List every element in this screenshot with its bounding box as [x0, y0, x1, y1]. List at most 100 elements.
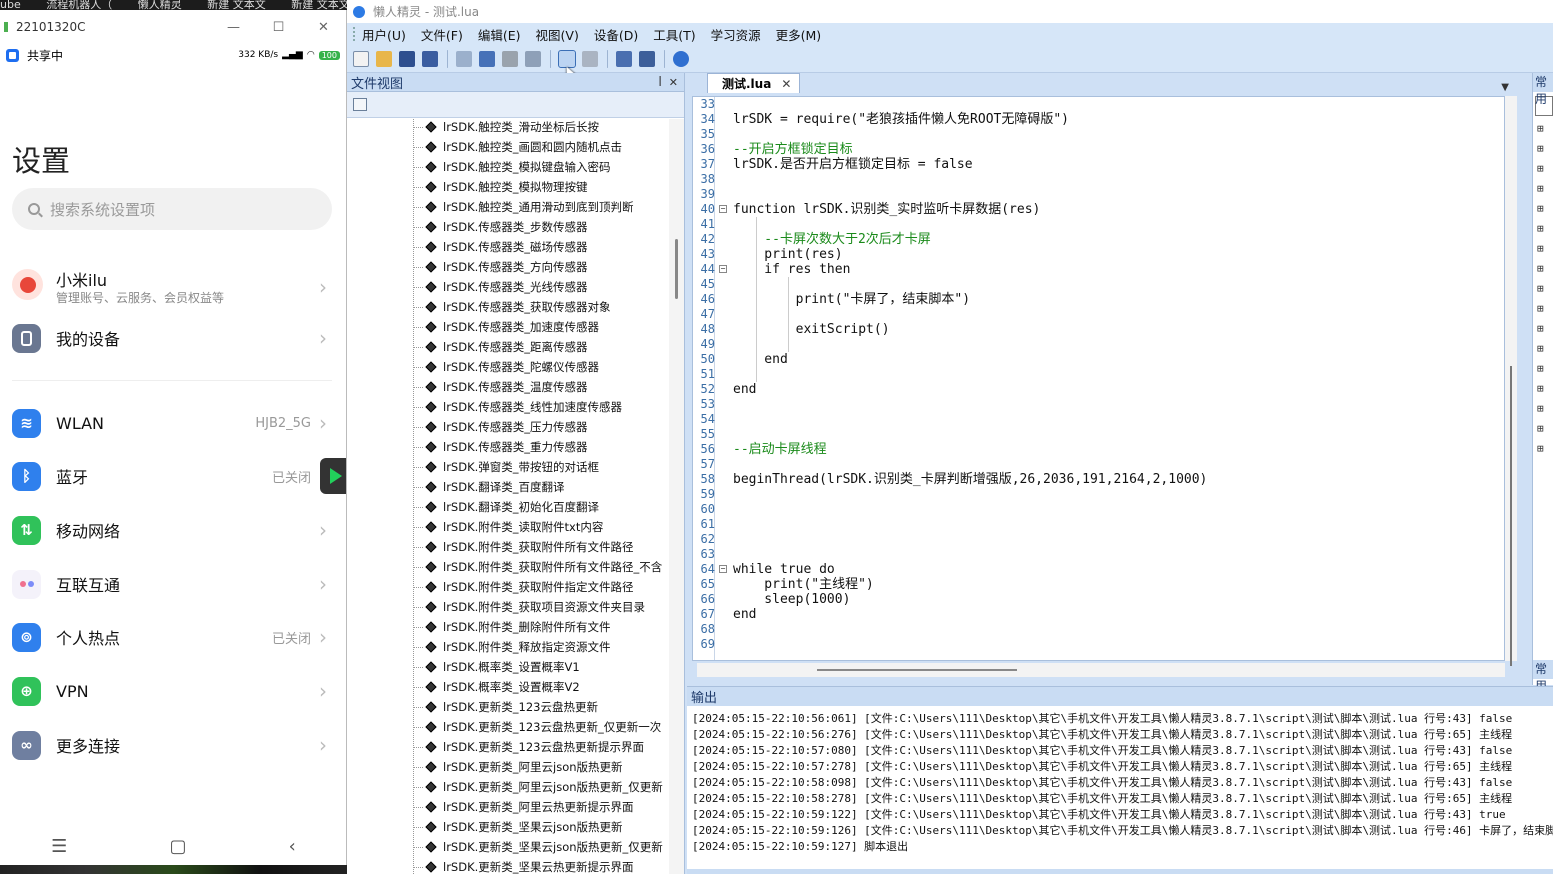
save-all-icon[interactable] — [422, 50, 438, 67]
tree-item[interactable]: lrSDK.传感器类_加速度传感器 — [413, 317, 599, 337]
taskbar-item[interactable]: 新建 文本文 — [207, 0, 266, 10]
tree-item[interactable]: lrSDK.更新类_坚果云json版热更新 — [413, 817, 623, 837]
expand-icon[interactable]: ⊞ — [1533, 142, 1553, 162]
tree-item[interactable]: lrSDK.触控类_模拟物理按键 — [413, 177, 588, 197]
expand-icon[interactable]: ⊞ — [1533, 282, 1553, 302]
tree-item[interactable]: lrSDK.传感器类_重力传感器 — [413, 437, 588, 457]
expand-icon[interactable]: ⊞ — [1533, 202, 1553, 222]
code-editor[interactable]: 33 34 35 36 37 38 39 40 41 42 43 44 45 46 47 48 49 50 51 52… — [692, 96, 1505, 661]
fold-toggle-icon[interactable]: − — [719, 265, 727, 273]
expand-icon[interactable]: ⊞ — [1533, 442, 1553, 462]
tree-item[interactable]: lrSDK.传感器类_线性加速度传感器 — [413, 397, 622, 417]
expand-icon[interactable]: ⊞ — [1533, 342, 1553, 362]
expand-icon[interactable]: ⊞ — [1533, 422, 1553, 442]
expand-icon[interactable]: ⊞ — [1533, 322, 1553, 342]
expand-icon[interactable]: ⊞ — [1533, 262, 1553, 282]
tree-item[interactable]: lrSDK.传感器类_步数传感器 — [413, 217, 588, 237]
close-tab-icon[interactable]: ✕ — [781, 77, 791, 91]
settings-item-more-connections[interactable]: ∞ 更多连接 › — [0, 725, 346, 765]
settings-item-interconnect[interactable]: 互联互通 › — [0, 564, 346, 604]
maximize-button[interactable]: ☐ — [256, 20, 301, 35]
settings-item-wlan[interactable]: ≋ WLAN HJB2_5G › — [0, 403, 346, 443]
tree-item[interactable]: lrSDK.触控类_模拟键盘输入密码 — [413, 157, 611, 177]
tree-item[interactable]: lrSDK.概率类_设置概率V2 — [413, 677, 580, 697]
fold-toggle-icon[interactable]: − — [719, 565, 727, 573]
save-icon[interactable] — [399, 50, 415, 67]
tree-item[interactable]: lrSDK.附件类_获取附件所有文件路径_不含 — [413, 557, 662, 577]
tree-item[interactable]: lrSDK.更新类_阿里云热更新提示界面 — [413, 797, 634, 817]
tree-item[interactable]: lrSDK.附件类_获取项目资源文件夹目录 — [413, 597, 645, 617]
tree-item[interactable]: lrSDK.翻译类_初始化百度翻译 — [413, 497, 599, 517]
tree-item[interactable]: lrSDK.更新类_123云盘热更新 — [413, 697, 598, 717]
settings-item-vpn[interactable]: ⊕ VPN › — [0, 671, 346, 711]
my-device-row[interactable]: 我的设备 › — [0, 318, 346, 358]
expand-icon[interactable]: ⊞ — [1533, 162, 1553, 182]
tree-item[interactable]: lrSDK.附件类_释放指定资源文件 — [413, 637, 611, 657]
settings-search-input[interactable]: 搜索系统设置项 — [12, 188, 332, 230]
tree-item[interactable]: lrSDK.更新类_123云盘热更新提示界面 — [413, 737, 644, 757]
scroll-thumb[interactable] — [675, 239, 678, 299]
tree-item[interactable]: lrSDK.传感器类_磁场传感器 — [413, 237, 588, 257]
copy-icon[interactable] — [525, 50, 541, 67]
menu-view[interactable]: 视图(V) — [536, 25, 579, 44]
tree-item[interactable]: lrSDK.更新类_坚果云json版热更新_仅更新 — [413, 837, 663, 857]
tree-toggle-icon[interactable] — [353, 98, 367, 111]
tree-item[interactable]: lrSDK.传感器类_陀螺仪传感器 — [413, 357, 599, 377]
expand-icon[interactable]: ⊞ — [1533, 382, 1553, 402]
taskbar-item[interactable]: 懒人精灵 — [138, 0, 182, 10]
expand-icon[interactable]: ⊞ — [1533, 242, 1553, 262]
tree-item[interactable]: lrSDK.附件类_获取附件所有文件路径 — [413, 537, 634, 557]
menu-user[interactable]: 用户(U) — [362, 25, 406, 44]
back-nav-icon[interactable]: ‹ — [289, 836, 296, 857]
menu-file[interactable]: 文件(F) — [421, 25, 463, 44]
expand-icon[interactable]: ⊞ — [1533, 302, 1553, 322]
expand-icon[interactable]: ⊞ — [1533, 182, 1553, 202]
tree-item[interactable]: lrSDK.传感器类_光线传感器 — [413, 277, 588, 297]
file-tree-scrollbar[interactable] — [669, 119, 684, 874]
menu-device[interactable]: 设备(D) — [594, 25, 638, 44]
close-button[interactable]: ✕ — [301, 20, 346, 35]
undo-icon[interactable] — [456, 50, 472, 67]
play-handle-button[interactable] — [320, 458, 346, 494]
tree-item[interactable]: lrSDK.更新类_阿里云json版热更新 — [413, 757, 623, 777]
tree-item[interactable]: lrSDK.传感器类_获取传感器对象 — [413, 297, 611, 317]
chevron-down-icon[interactable]: ▼ — [1501, 82, 1509, 93]
editor-vertical-scrollbar[interactable] — [1505, 96, 1517, 666]
account-row[interactable]: 小米ilu 管理账号、云服务、会员权益等 › — [0, 265, 346, 309]
expand-icon[interactable]: ⊞ — [1533, 402, 1553, 422]
menu-more[interactable]: 更多(M) — [776, 25, 822, 44]
open-folder-icon[interactable] — [376, 50, 392, 67]
scroll-thumb[interactable] — [1510, 366, 1512, 666]
expand-icon[interactable]: ⊞ — [1533, 362, 1553, 382]
panel-tab[interactable]: 常用 — [1533, 660, 1553, 693]
menu-nav-icon[interactable]: ☰ — [51, 836, 67, 857]
minimize-button[interactable]: — — [211, 20, 256, 35]
panel-pin-close-icons[interactable]: ꟾ ✕ — [659, 76, 684, 89]
editor-horizontal-scrollbar[interactable] — [697, 663, 1505, 677]
help-icon[interactable] — [673, 50, 689, 67]
tree-item[interactable]: lrSDK.概率类_设置概率V1 — [413, 657, 580, 677]
cut-icon[interactable] — [502, 50, 518, 67]
fold-toggle-icon[interactable]: − — [719, 205, 727, 213]
tree-item[interactable]: lrSDK.弹窗类_带按钮的对话框 — [413, 457, 599, 477]
screenshot-icon[interactable] — [639, 50, 655, 67]
menu-learning[interactable]: 学习资源 — [711, 25, 761, 44]
taskbar-item[interactable]: ube — [0, 0, 21, 10]
menu-edit[interactable]: 编辑(E) — [478, 25, 521, 44]
tree-item[interactable]: lrSDK.传感器类_方向传感器 — [413, 257, 588, 277]
redo-icon[interactable] — [479, 50, 495, 67]
tree-item[interactable]: lrSDK.传感器类_压力传感器 — [413, 417, 588, 437]
new-file-icon[interactable] — [353, 50, 369, 67]
tree-item[interactable]: lrSDK.附件类_读取附件txt内容 — [413, 517, 603, 537]
expand-icon[interactable]: ⊞ — [1533, 222, 1553, 242]
tree-item[interactable]: lrSDK.更新类_坚果云热更新提示界面 — [413, 857, 634, 874]
settings-item-bluetooth[interactable]: ᛒ 蓝牙 已关闭 › — [0, 456, 346, 496]
stop-icon[interactable] — [582, 50, 598, 67]
device-icon[interactable] — [616, 50, 632, 67]
tree-item[interactable]: lrSDK.更新类_阿里云json版热更新_仅更新 — [413, 777, 663, 797]
tree-item[interactable]: lrSDK.更新类_123云盘热更新_仅更新一次 — [413, 717, 661, 737]
settings-item-hotspot[interactable]: ⊚ 个人热点 已关闭 › — [0, 617, 346, 657]
taskbar-item[interactable]: 新建 文本文 — [291, 0, 347, 10]
tree-item[interactable]: lrSDK.触控类_画圆和圆内随机点击 — [413, 137, 622, 157]
tree-item[interactable]: lrSDK.附件类_删除附件所有文件 — [413, 617, 611, 637]
